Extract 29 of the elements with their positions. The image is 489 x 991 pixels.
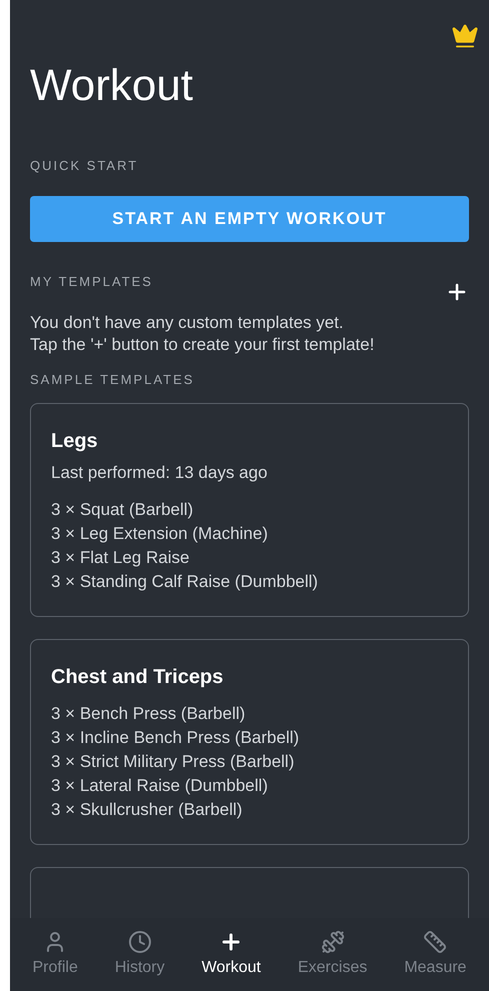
exercise-line: 3 × Standing Calf Raise (Dumbbell): [51, 570, 319, 592]
template-card[interactable]: Chest and Triceps 3 × Bench Press (Barbell) 3 × Incline Bench Press (Barbell) 3 × Strict Military Press (Barbell) 3 × Lateral Raise (Dumbbell) 3 × Skullcrusher (Barbell): [30, 638, 469, 844]
exercise-line: 3 × Incline Bench Press (Barbell): [51, 726, 300, 748]
section-label: MY TEMPLATES: [30, 272, 153, 290]
ruler-icon: [423, 930, 448, 954]
card-title: Legs: [51, 429, 99, 454]
dumbbell-icon: [320, 930, 345, 954]
start-workout-button[interactable]: START AN EMPTY WORKOUT: [30, 196, 469, 242]
crown-icon[interactable]: [451, 22, 479, 50]
clock-icon: [128, 930, 152, 954]
section-label: SAMPLE TEMPLATES: [30, 370, 196, 388]
exercise-line: 3 × Flat Leg Raise: [51, 546, 190, 568]
section-label: QUICK START: [30, 157, 140, 175]
empty-message: You don't have any custom templates yet. Tap the '+' button to create your first template!: [30, 312, 376, 356]
nav-tab[interactable]: Exercises: [298, 930, 368, 980]
card-title: Chest and Triceps: [51, 664, 224, 690]
exercise-line: 3 × Squat (Barbell): [51, 498, 194, 520]
nav-tab[interactable]: Measure: [404, 930, 466, 980]
nav-tab[interactable]: History: [114, 930, 165, 980]
template-card[interactable]: Legs Last performed: 13 days ago 3 × Squat (Barbell) 3 × Leg Extension (Machine) 3 × Flat Leg Raise 3 × Standing Calf Raise (Dumbbell): [30, 403, 469, 616]
exercise-line: 3 × Lateral Raise (Dumbbell): [51, 774, 269, 796]
last-performed: Last performed: 13 days ago: [51, 462, 268, 484]
exercise-line: 3 × Skullcrusher (Barbell): [51, 798, 244, 820]
page-title: Workout: [30, 64, 194, 108]
exercise-line: 3 × Strict Military Press (Barbell): [51, 750, 296, 772]
nav-tab[interactable]: Profile: [32, 930, 78, 980]
exercise-line: 3 × Bench Press (Barbell): [51, 702, 246, 724]
exercise-line: 3 × Leg Extension (Machine): [51, 522, 269, 544]
nav-tab[interactable]: Workout: [202, 930, 261, 980]
